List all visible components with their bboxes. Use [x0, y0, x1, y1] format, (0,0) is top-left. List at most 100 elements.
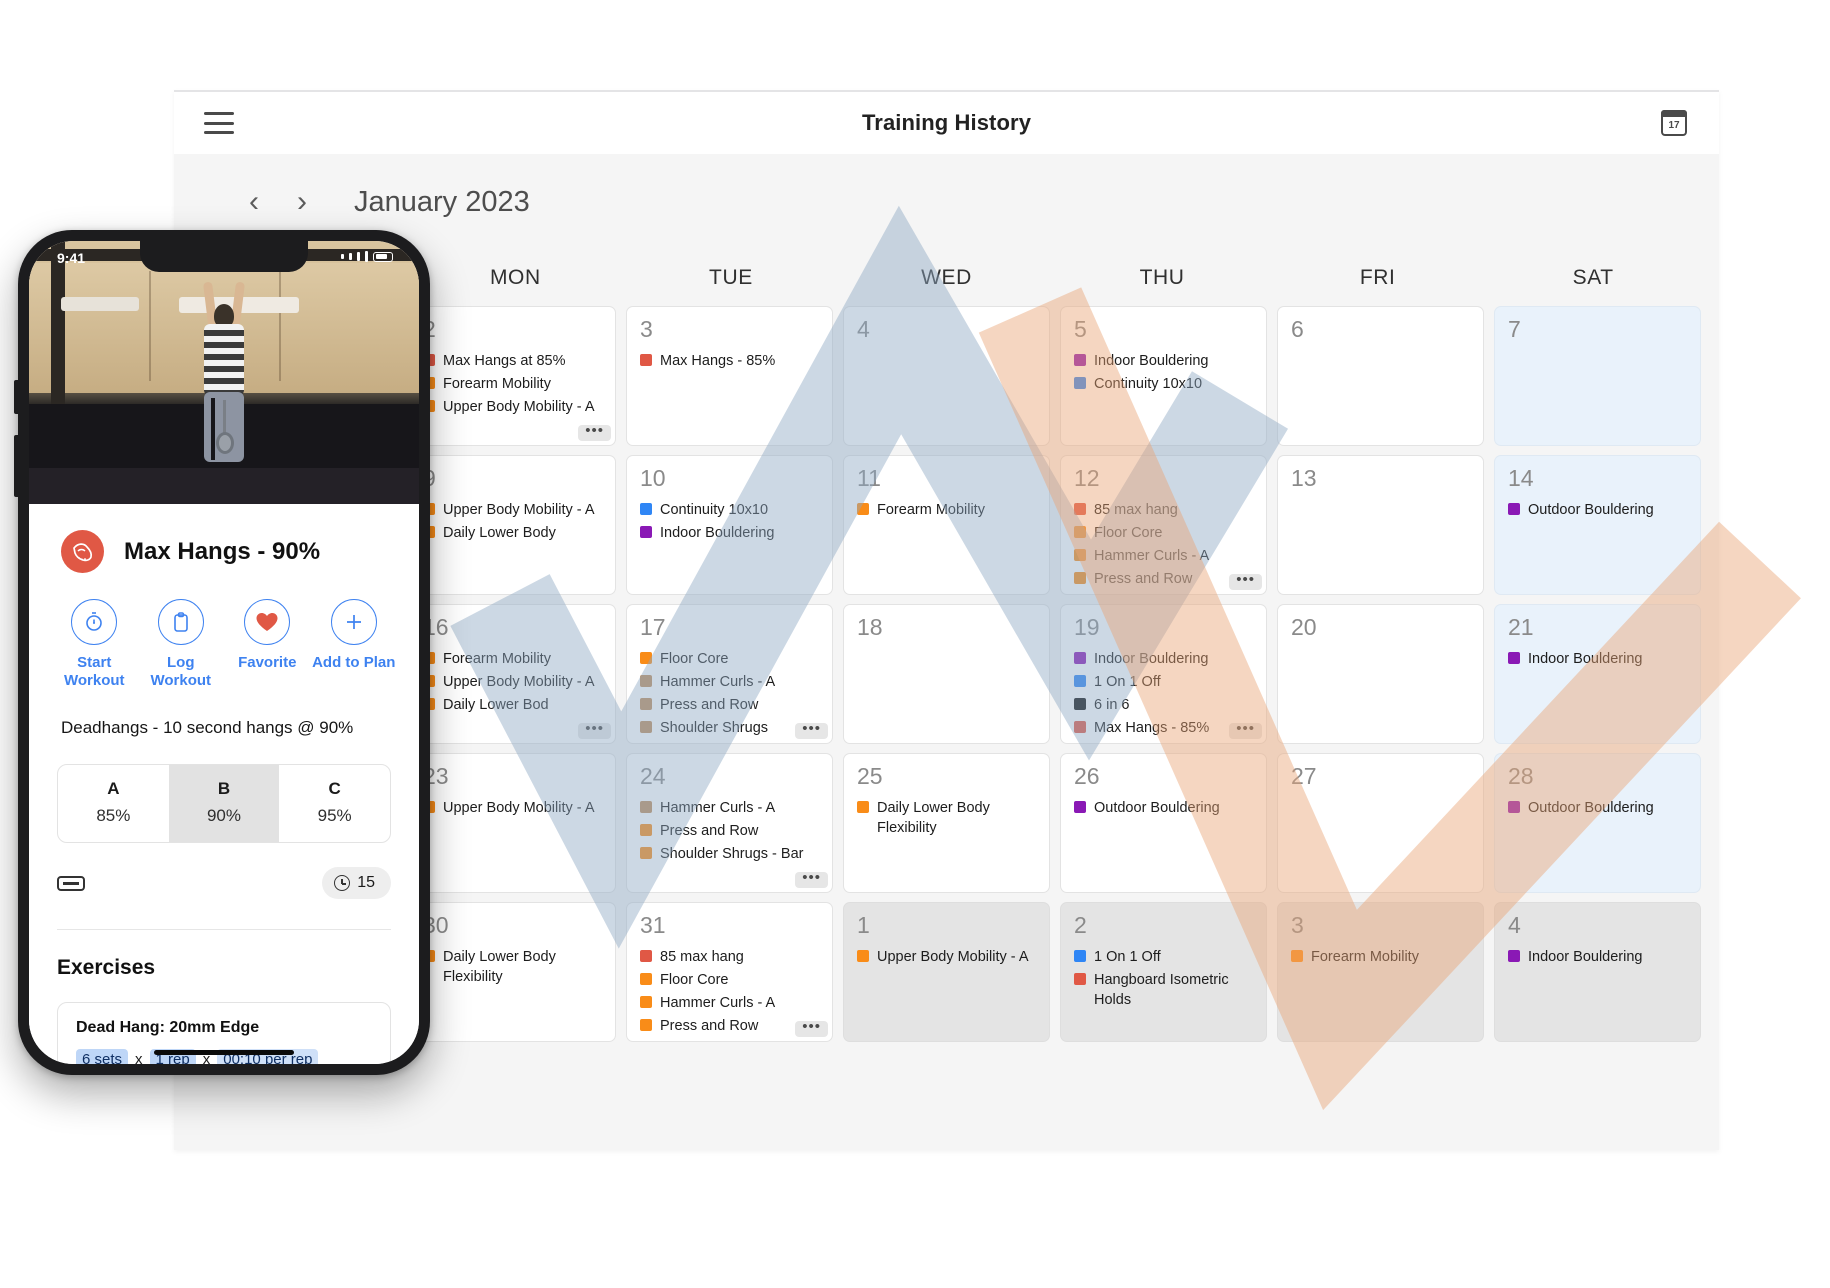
keyboard-icon[interactable]	[57, 875, 85, 891]
calendar-day-cell[interactable]: 28 Outdoor Bouldering	[1494, 753, 1701, 893]
calendar-day-cell[interactable]: 9 Upper Body Mobility - A Daily Lower Body	[409, 455, 616, 595]
calendar-event[interactable]: Press and Row	[640, 1016, 820, 1036]
calendar-day-cell[interactable]: 31 85 max hang Floor Core Hammer Curls - A P…	[626, 902, 833, 1042]
calendar-event[interactable]: Floor Core	[640, 649, 820, 669]
calendar-event[interactable]: Forearm Mobility	[1291, 947, 1471, 967]
next-month-button[interactable]: ›	[278, 178, 326, 226]
calendar-event[interactable]: Outdoor Bouldering	[1508, 798, 1688, 818]
calendar-day-cell[interactable]: 11 Forearm Mobility	[843, 455, 1050, 595]
calendar-event[interactable]: Upper Body Mobility - A	[857, 947, 1037, 967]
calendar-event[interactable]: Shoulder Shrugs	[640, 718, 820, 738]
calendar-event[interactable]: Continuity 10x10	[1074, 374, 1254, 394]
action-add-to-plan-button[interactable]: Add to Plan	[311, 599, 398, 672]
calendar-day-cell[interactable]: 16 Forearm Mobility Upper Body Mobility - …	[409, 604, 616, 744]
calendar-day-cell[interactable]: 25 Daily Lower Body Flexibility	[843, 753, 1050, 893]
calendar-event[interactable]: Forearm Mobility	[423, 649, 603, 669]
variant-option-b[interactable]: B 90%	[168, 765, 280, 842]
more-events-button[interactable]: •••	[795, 721, 828, 739]
calendar-day-cell[interactable]: 7	[1494, 306, 1701, 446]
calendar-day-cell[interactable]: 4 Indoor Bouldering	[1494, 902, 1701, 1042]
calendar-event[interactable]: Floor Core	[640, 970, 820, 990]
calendar-event[interactable]: Upper Body Mobility - A	[423, 798, 603, 818]
calendar-day-cell[interactable]: 10 Continuity 10x10 Indoor Bouldering	[626, 455, 833, 595]
more-events-button[interactable]: •••	[795, 870, 828, 888]
calendar-event[interactable]: 85 max hang	[640, 947, 820, 967]
screenshot-root: Training History 17 ‹ › January 2023 SUN…	[0, 0, 1830, 1288]
calendar-event[interactable]: Max Hangs at 85%	[423, 351, 603, 371]
calendar-day-cell[interactable]: 2 1 On 1 Off Hangboard Isometric Holds	[1060, 902, 1267, 1042]
variant-option-a[interactable]: A 85%	[58, 765, 169, 842]
calendar-day-cell[interactable]: 17 Floor Core Hammer Curls - A Press and Ro…	[626, 604, 833, 744]
calendar-day-cell[interactable]: 3 Max Hangs - 85%	[626, 306, 833, 446]
calendar-event[interactable]: Indoor Bouldering	[640, 523, 820, 543]
calendar-day-cell[interactable]: 27	[1277, 753, 1484, 893]
calendar-event[interactable]: Max Hangs - 85%	[640, 351, 820, 371]
calendar-event[interactable]: Press and Row	[1074, 569, 1254, 589]
calendar-day-cell[interactable]: 19 Indoor Bouldering 1 On 1 Off 6 in 6 Max H…	[1060, 604, 1267, 744]
calendar-event[interactable]: Daily Lower Body Flexibility	[423, 947, 603, 987]
calendar-day-cell[interactable]: 3 Forearm Mobility	[1277, 902, 1484, 1042]
calendar-day-cell[interactable]: 2 Max Hangs at 85% Forearm Mobility Upper B…	[409, 306, 616, 446]
calendar-event[interactable]: Upper Body Mobility - A	[423, 672, 603, 692]
calendar-event[interactable]: Daily Lower Body	[423, 523, 603, 543]
hamburger-icon[interactable]	[204, 112, 234, 134]
calendar-event[interactable]: Indoor Bouldering	[1074, 649, 1254, 669]
calendar-day-cell[interactable]: 1 Upper Body Mobility - A	[843, 902, 1050, 1042]
calendar-day-cell[interactable]: 18	[843, 604, 1050, 744]
intensity-variant-selector[interactable]: A 85% B 90% C 95%	[57, 764, 391, 843]
calendar-event[interactable]: Indoor Bouldering	[1508, 649, 1688, 669]
action-start-workout-button[interactable]: Start Workout	[51, 599, 138, 690]
calendar-day-cell[interactable]: 24 Hammer Curls - A Press and Row Shoulder …	[626, 753, 833, 893]
calendar-event[interactable]: Hammer Curls - A	[640, 798, 820, 818]
action-log-workout-button[interactable]: Log Workout	[138, 599, 225, 690]
calendar-day-cell[interactable]: 20	[1277, 604, 1484, 744]
calendar-day-cell[interactable]: 26 Outdoor Bouldering	[1060, 753, 1267, 893]
weekday-header: FRI	[1359, 266, 1396, 289]
calendar-event[interactable]: Forearm Mobility	[423, 374, 603, 394]
day-number: 4	[857, 316, 870, 342]
calendar-event[interactable]: Press and Row	[640, 821, 820, 841]
calendar-day-cell[interactable]: 4	[843, 306, 1050, 446]
more-events-button[interactable]: •••	[578, 721, 611, 739]
page-title: Training History	[861, 110, 1032, 135]
calendar-event[interactable]: Press and Row	[640, 695, 820, 715]
more-events-button[interactable]: •••	[795, 1019, 828, 1037]
calendar-day-cell[interactable]: 23 Upper Body Mobility - A	[409, 753, 616, 893]
calendar-event[interactable]: Floor Core	[1074, 523, 1254, 543]
variant-option-c[interactable]: C 95%	[279, 765, 390, 842]
calendar-event[interactable]: Hammer Curls - A	[1074, 546, 1254, 566]
day-events: 85 max hang Floor Core Hammer Curls - A Pre…	[640, 947, 820, 1036]
calendar-event[interactable]: Continuity 10x10	[640, 500, 820, 520]
calendar-event[interactable]: Outdoor Bouldering	[1508, 500, 1688, 520]
calendar-event[interactable]: Upper Body Mobility - A	[423, 500, 603, 520]
calendar-day-cell[interactable]: 21 Indoor Bouldering	[1494, 604, 1701, 744]
calendar-event[interactable]: Daily Lower Body Flexibility	[857, 798, 1037, 838]
calendar-event[interactable]: Shoulder Shrugs - Bar	[640, 844, 820, 864]
calendar-event[interactable]: Daily Lower Bod	[423, 695, 603, 715]
more-events-button[interactable]: •••	[1229, 572, 1262, 590]
more-events-button[interactable]: •••	[1229, 721, 1262, 739]
calendar-event[interactable]: 1 On 1 Off	[1074, 672, 1254, 692]
calendar-day-cell[interactable]: 5 Indoor Bouldering Continuity 10x10	[1060, 306, 1267, 446]
calendar-event[interactable]: Hammer Curls - A	[640, 672, 820, 692]
calendar-event[interactable]: Indoor Bouldering	[1074, 351, 1254, 371]
calendar-day-cell[interactable]: 13	[1277, 455, 1484, 595]
calendar-event[interactable]: 1 On 1 Off	[1074, 947, 1254, 967]
calendar-day-cell[interactable]: 6	[1277, 306, 1484, 446]
calendar-event[interactable]: Forearm Mobility	[857, 500, 1037, 520]
calendar-event[interactable]: Outdoor Bouldering	[1074, 798, 1254, 818]
calendar-day-cell[interactable]: 30 Daily Lower Body Flexibility	[409, 902, 616, 1042]
calendar-event[interactable]: Hammer Curls - A	[640, 993, 820, 1013]
action-favorite-button[interactable]: Favorite	[224, 599, 311, 672]
prev-month-button[interactable]: ‹	[230, 178, 278, 226]
calendar-day-cell[interactable]: 14 Outdoor Bouldering	[1494, 455, 1701, 595]
calendar-day-cell[interactable]: 12 85 max hang Floor Core Hammer Curls - A P…	[1060, 455, 1267, 595]
calendar-event[interactable]: Max Hangs - 85%	[1074, 718, 1254, 738]
calendar-event[interactable]: 85 max hang	[1074, 500, 1254, 520]
calendar-event[interactable]: Indoor Bouldering	[1508, 947, 1688, 967]
more-events-button[interactable]: •••	[578, 423, 611, 441]
calendar-event[interactable]: Upper Body Mobility - A	[423, 397, 603, 417]
calendar-event[interactable]: 6 in 6	[1074, 695, 1254, 715]
calendar-event[interactable]: Hangboard Isometric Holds	[1074, 970, 1254, 1010]
calendar-icon[interactable]: 17	[1661, 110, 1687, 136]
